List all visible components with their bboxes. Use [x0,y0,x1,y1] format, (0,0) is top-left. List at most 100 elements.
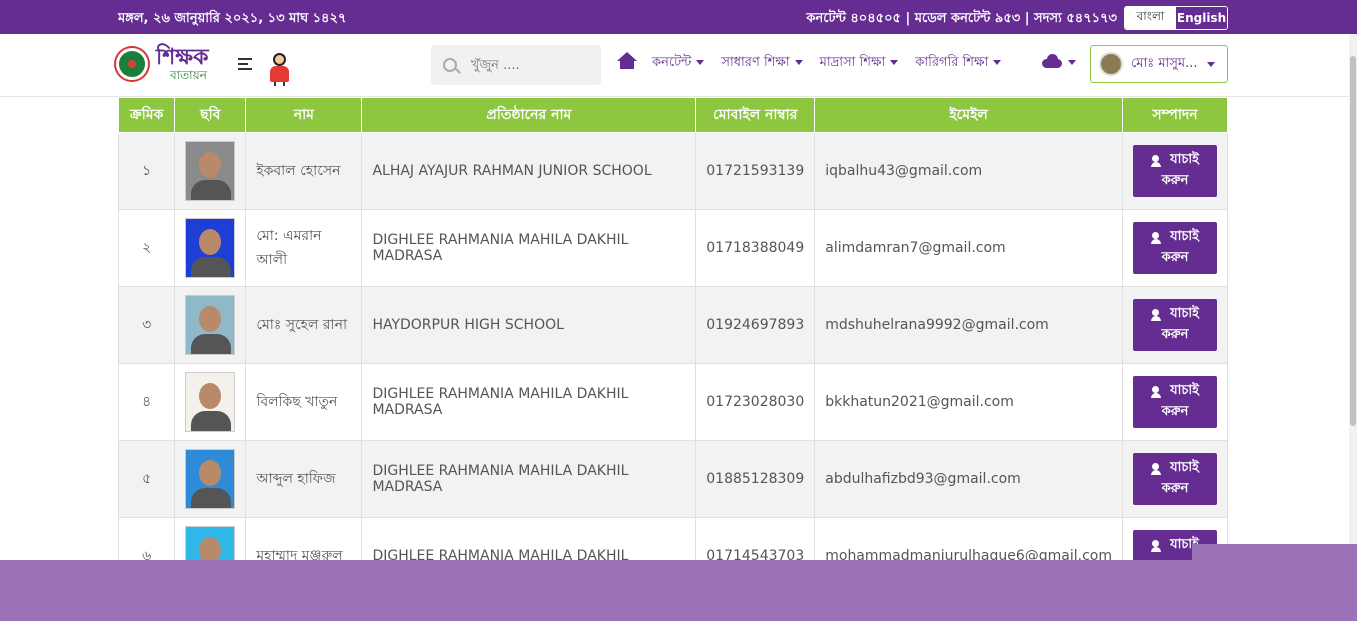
verify-label-2: করুন [1161,173,1189,188]
row-mobile: 01723028030 [695,363,816,441]
table-row: ৫ আব্দুল হাফিজ DIGHLEE RAHMANIA MAHILA D… [117,440,1229,518]
row-institution: ALHAJ AYAJUR RAHMAN JUNIOR SCHOOL [361,132,697,210]
row-name: মোঃ সুহেল রানা [245,286,363,364]
nav-content[interactable]: কনটেন্ট [652,53,705,74]
teacher-verification-table: ক্রমিক ছবি নাম প্রতিষ্ঠানের নাম মোবাইল ন… [117,97,1229,595]
nav-technical-education[interactable]: কারিগরি শিক্ষা [915,53,1002,74]
verify-label-1: যাচাই [1170,460,1199,475]
row-institution: HAYDORPUR HIGH SCHOOL [361,286,697,364]
menu-toggle-icon[interactable] [238,58,252,70]
nav-general-education[interactable]: সাধারণ শিক্ষা [721,53,803,74]
col-name: নাম [245,97,363,133]
verify-button[interactable]: যাচাই করুন [1132,299,1217,351]
row-photo-cell [174,363,247,441]
row-email: abdulhafizbd93@gmail.com [814,440,1123,518]
government-emblem-icon [116,48,148,80]
verify-button[interactable]: যাচাই করুন [1132,145,1217,197]
chevron-down-icon [890,60,899,65]
mascot-icon[interactable] [264,45,296,87]
teacher-photo[interactable] [185,449,236,509]
verify-button[interactable]: যাচাই করুন [1132,376,1217,428]
verify-button[interactable]: যাচাই করুন [1132,222,1217,274]
user-check-icon [1151,154,1165,167]
user-check-icon [1151,462,1165,475]
row-serial: ৫ [117,440,176,518]
site-logo[interactable]: শিক্ষক বাতায়ন [116,47,209,81]
chevron-down-icon [696,60,705,65]
nav-madrasa-label: মাদ্রাসা শিক্ষা [819,55,886,70]
row-action-cell: যাচাই করুন [1121,440,1229,518]
row-name: ইকবাল হোসেন [245,132,363,210]
lang-bangla-button[interactable]: বাংলা [1125,7,1176,29]
verify-button[interactable]: যাচাই করুন [1132,453,1217,505]
search-input[interactable] [471,57,591,73]
row-photo-cell [174,286,247,364]
top-info-bar: মঙ্গল, ২৬ জানুয়ারি ২০২১, ১৩ মাঘ ১৪২৭ কন… [0,0,1357,34]
table-row: ২ মো: এমরান আলী DIGHLEE RAHMANIA MAHILA … [117,209,1229,287]
row-action-cell: যাচাই করুন [1121,132,1229,210]
brand-line1: শিক্ষক [156,45,209,70]
row-institution: DIGHLEE RAHMANIA MAHILA DAKHIL MADRASA [361,363,697,441]
col-mobile: মোবাইল নাম্বার [695,97,816,133]
teacher-photo[interactable] [185,295,236,355]
teacher-photo[interactable] [185,141,236,201]
table-header-row: ক্রমিক ছবি নাম প্রতিষ্ঠানের নাম মোবাইল ন… [117,97,1229,133]
row-email: alimdamran7@gmail.com [814,209,1123,287]
nav-general-label: সাধারণ শিক্ষা [721,55,790,70]
user-menu-button[interactable]: মোঃ মাসুম... [1090,45,1228,83]
nav-madrasa-education[interactable]: মাদ্রাসা শিক্ষা [820,53,899,74]
verify-label-2: করুন [1161,327,1189,342]
verify-label-1: যাচাই [1170,229,1199,244]
row-serial: ১ [117,132,176,210]
verify-label-2: করুন [1161,404,1189,419]
teacher-photo[interactable] [185,372,236,432]
current-date: মঙ্গল, ২৬ জানুয়ারি ২০২১, ১৩ মাঘ ১৪২৭ [118,11,347,26]
row-action-cell: যাচাই করুন [1121,363,1229,441]
verify-label-1: যাচাই [1170,152,1199,167]
nav-content-label: কনটেন্ট [652,55,692,70]
avatar [1099,52,1123,76]
row-mobile: 01885128309 [695,440,816,518]
page-scrollbar[interactable] [1349,34,1357,621]
user-check-icon [1151,308,1165,321]
row-action-cell: যাচাই করুন [1121,209,1229,287]
col-photo: ছবি [174,97,247,133]
row-name: মো: এমরান আলী [245,209,363,287]
row-email: mdshuhelrana9992@gmail.com [814,286,1123,364]
row-serial: ৪ [117,363,176,441]
home-icon[interactable] [617,52,637,70]
verify-label-1: যাচাই [1170,306,1199,321]
row-institution: DIGHLEE RAHMANIA MAHILA DAKHIL MADRASA [361,440,697,518]
chevron-down-icon [794,60,803,65]
verify-label-2: করুন [1161,481,1189,496]
row-serial: ৩ [117,286,176,364]
row-action-cell: যাচাই করুন [1121,286,1229,364]
row-mobile: 01721593139 [695,132,816,210]
chevron-down-icon [1206,61,1215,67]
main-navbar: শিক্ষক বাতায়ন কনটেন্ট সাধারণ শিক্ষা মাদ… [0,34,1357,97]
scrollbar-thumb[interactable] [1350,56,1356,426]
row-photo-cell [174,209,247,287]
row-serial: ২ [117,209,176,287]
search-icon[interactable] [443,58,457,72]
col-serial: ক্রমিক [117,97,176,133]
lang-english-button[interactable]: English [1176,7,1227,29]
row-email: bkkhatun2021@gmail.com [814,363,1123,441]
col-action: সম্পাদন [1121,97,1229,133]
row-email: iqbalhu43@gmail.com [814,132,1123,210]
col-email: ইমেইল [814,97,1123,133]
overlay-panel-corner [1192,544,1357,560]
nav-technical-label: কারিগরি শিক্ষা [915,55,989,70]
upload-cloud-icon[interactable] [1042,54,1076,68]
user-check-icon [1151,385,1165,398]
row-mobile: 01718388049 [695,209,816,287]
search-box [431,45,601,85]
user-check-icon [1151,539,1165,552]
table-row: ৪ বিলকিছ খাতুন DIGHLEE RAHMANIA MAHILA D… [117,363,1229,441]
teacher-photo[interactable] [185,218,236,278]
row-photo-cell [174,132,247,210]
bottom-overlay-panel [0,560,1357,621]
verify-label-2: করুন [1161,250,1189,265]
verify-label-1: যাচাই [1170,383,1199,398]
brand-line2: বাতায়ন [170,68,207,82]
